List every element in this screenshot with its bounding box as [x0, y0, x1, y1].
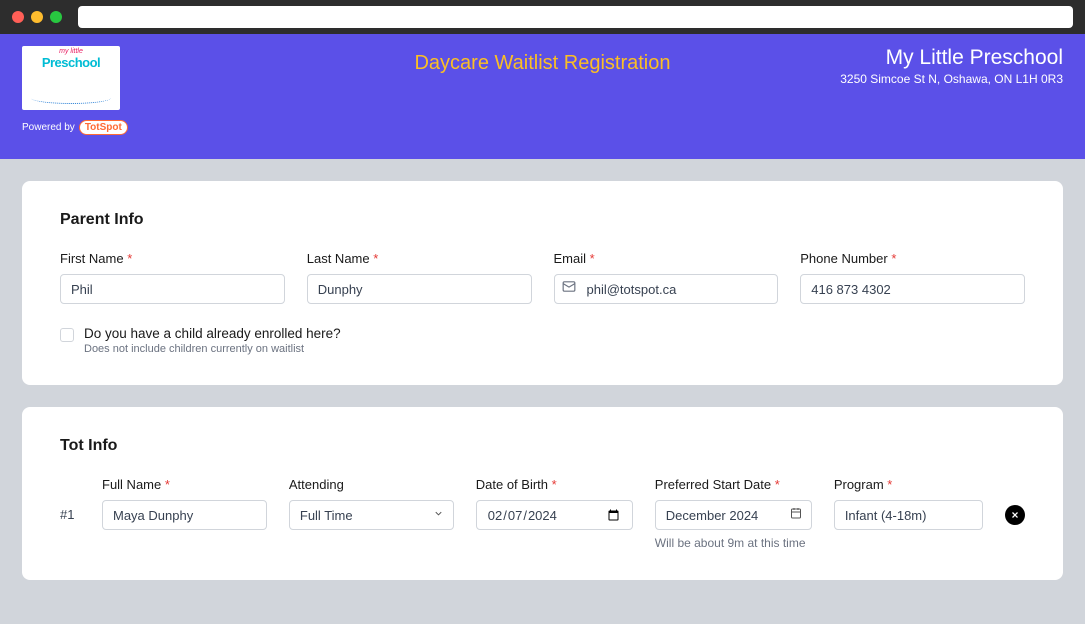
required-marker: * [373, 251, 378, 266]
parent-info-title: Parent Info [60, 211, 1025, 229]
tot-start-label: Preferred Start Date * [655, 477, 812, 492]
logo-block: my little Preschool Powered by TotSpot [22, 46, 128, 135]
page-header: my little Preschool Powered by TotSpot D… [0, 34, 1085, 159]
close-window-button[interactable] [12, 11, 24, 23]
email-input[interactable] [554, 274, 779, 304]
minimize-window-button[interactable] [31, 11, 43, 23]
required-marker: * [165, 477, 170, 492]
tot-start-hint: Will be about 9m at this time [655, 536, 812, 550]
org-address: 3250 Simcoe St N, Oshawa, ON L1H 0R3 [840, 72, 1063, 86]
tot-info-card: Tot Info #1 Full Name * Attending Full T… [22, 407, 1063, 580]
tot-attending-group: Attending Full Time [289, 477, 454, 550]
required-marker: * [887, 477, 892, 492]
tot-start-group: Preferred Start Date * Will be about 9m … [655, 477, 812, 550]
logo-top-text: my little [59, 48, 83, 55]
powered-by-text: Powered by [22, 122, 75, 133]
required-marker: * [775, 477, 780, 492]
tot-info-title: Tot Info [60, 437, 1025, 455]
first-name-input[interactable] [60, 274, 285, 304]
tot-program-group: Program * [834, 477, 983, 550]
phone-input[interactable] [800, 274, 1025, 304]
tot-full-name-label: Full Name * [102, 477, 267, 492]
first-name-label: First Name * [60, 251, 285, 266]
org-info: My Little Preschool 3250 Simcoe St N, Os… [840, 46, 1063, 86]
parent-info-card: Parent Info First Name * Last Name * Ema… [22, 181, 1063, 385]
tot-dob-group: Date of Birth * [476, 477, 633, 550]
phone-label: Phone Number * [800, 251, 1025, 266]
tot-full-name-input[interactable] [102, 500, 267, 530]
last-name-label: Last Name * [307, 251, 532, 266]
required-marker: * [590, 251, 595, 266]
content-area: Parent Info First Name * Last Name * Ema… [0, 159, 1085, 624]
tot-dob-label: Date of Birth * [476, 477, 633, 492]
powered-by: Powered by TotSpot [22, 120, 128, 135]
logo-decoration [31, 92, 111, 104]
last-name-group: Last Name * [307, 251, 532, 304]
enrolled-checkbox-hint: Does not include children currently on w… [84, 343, 341, 355]
phone-group: Phone Number * [800, 251, 1025, 304]
email-label: Email * [554, 251, 779, 266]
tot-attending-select[interactable]: Full Time [289, 500, 454, 530]
tot-dob-input[interactable] [476, 500, 633, 530]
url-bar[interactable] [78, 6, 1073, 28]
totspot-badge: TotSpot [79, 120, 128, 135]
email-group: Email * [554, 251, 779, 304]
remove-tot-button[interactable] [1005, 505, 1025, 525]
org-name: My Little Preschool [840, 46, 1063, 70]
required-marker: * [552, 477, 557, 492]
org-logo: my little Preschool [22, 46, 120, 110]
tot-row: #1 Full Name * Attending Full Time [60, 477, 1025, 550]
required-marker: * [127, 251, 132, 266]
tot-full-name-group: Full Name * [102, 477, 267, 550]
browser-chrome [0, 0, 1085, 34]
enrolled-checkbox[interactable] [60, 328, 74, 342]
maximize-window-button[interactable] [50, 11, 62, 23]
parent-form-row: First Name * Last Name * Email * Phone N… [60, 251, 1025, 304]
last-name-input[interactable] [307, 274, 532, 304]
enrolled-checkbox-row: Do you have a child already enrolled her… [60, 326, 1025, 355]
tot-index: #1 [60, 477, 80, 522]
tot-program-label: Program * [834, 477, 983, 492]
window-controls [12, 11, 62, 23]
logo-main-text: Preschool [42, 55, 100, 70]
tot-fields: Full Name * Attending Full Time [102, 477, 983, 550]
required-marker: * [891, 251, 896, 266]
page-title: Daycare Waitlist Registration [414, 52, 670, 75]
enrolled-checkbox-label: Do you have a child already enrolled her… [84, 326, 341, 341]
tot-program-input[interactable] [834, 500, 983, 530]
tot-start-input[interactable] [655, 500, 812, 530]
first-name-group: First Name * [60, 251, 285, 304]
tot-attending-label: Attending [289, 477, 454, 492]
email-icon [562, 280, 576, 299]
close-icon [1010, 510, 1020, 520]
